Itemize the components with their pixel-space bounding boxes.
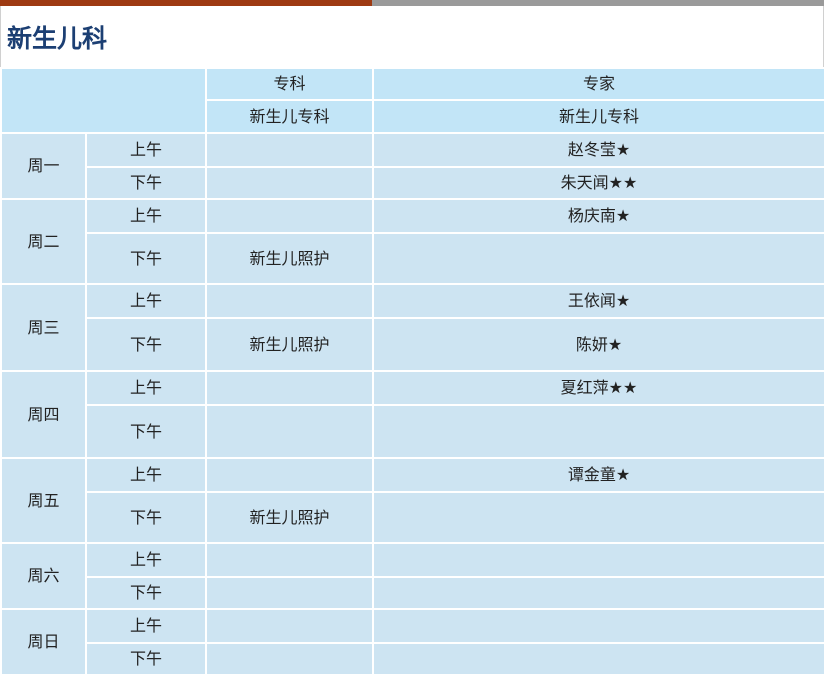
specialty-cell[interactable]: 新生儿照护 xyxy=(205,232,374,285)
specialty-cell[interactable] xyxy=(205,283,374,319)
period-cell: 上午 xyxy=(85,457,207,493)
table-row: 下午 新生儿照护 陈妍★ xyxy=(1,317,824,372)
period-cell: 下午 xyxy=(85,166,207,200)
period-cell: 下午 xyxy=(85,642,207,676)
day-cell: 周五 xyxy=(0,457,87,544)
table-row: 下午 新生儿照护 xyxy=(1,491,824,544)
expert-cell[interactable] xyxy=(372,576,824,610)
period-cell: 下午 xyxy=(85,404,207,459)
day-cell: 周三 xyxy=(0,283,87,372)
table-row: 下午 新生儿照护 xyxy=(1,232,824,285)
table-row: 周五 上午 谭金童★ xyxy=(0,457,824,544)
table-row: 周四 上午 夏红萍★★ xyxy=(0,370,824,459)
specialty-cell[interactable] xyxy=(205,198,374,234)
expert-cell[interactable] xyxy=(372,404,824,459)
period-cell: 下午 xyxy=(85,491,207,544)
expert-cell[interactable] xyxy=(372,491,824,544)
period-cell: 上午 xyxy=(85,370,207,406)
table-row: 下午 xyxy=(1,576,824,610)
table-row: 下午 xyxy=(1,642,824,676)
subheader-specialty: 新生儿专科 xyxy=(205,99,374,134)
specialty-cell[interactable] xyxy=(205,576,374,610)
specialty-cell[interactable] xyxy=(205,370,374,406)
expert-cell[interactable]: 王依闻★ xyxy=(372,283,824,319)
specialty-cell[interactable] xyxy=(205,132,374,168)
expert-cell[interactable]: 夏红萍★★ xyxy=(372,370,824,406)
expert-cell[interactable]: 陈妍★ xyxy=(372,317,824,372)
subheader-expert: 新生儿专科 xyxy=(372,99,824,134)
specialty-cell[interactable] xyxy=(205,457,374,493)
title-area: 新生儿科 xyxy=(0,6,824,67)
specialty-cell[interactable] xyxy=(205,608,374,644)
day-cell: 周四 xyxy=(0,370,87,459)
specialty-cell[interactable] xyxy=(205,642,374,676)
period-cell: 上午 xyxy=(85,542,207,578)
header-row: 专科 专家 xyxy=(0,67,824,134)
accent-bar-right xyxy=(372,0,824,6)
period-cell: 下午 xyxy=(85,576,207,610)
header-corner-cell xyxy=(0,67,207,134)
schedule-table: 专科 专家 新生儿专科 新生儿专科 周一 上午 赵冬莹★ 下午 朱天闻★★ 周二… xyxy=(0,67,824,676)
period-cell: 上午 xyxy=(85,608,207,644)
expert-cell[interactable] xyxy=(372,232,824,285)
period-cell: 下午 xyxy=(85,232,207,285)
header-expert: 专家 xyxy=(372,67,824,101)
header-specialty: 专科 xyxy=(205,67,374,101)
expert-cell[interactable] xyxy=(372,542,824,578)
day-cell: 周六 xyxy=(0,542,87,610)
day-cell: 周日 xyxy=(0,608,87,676)
specialty-cell[interactable] xyxy=(205,404,374,459)
day-cell: 周一 xyxy=(0,132,87,200)
expert-cell[interactable] xyxy=(372,642,824,676)
table-row: 周一 上午 赵冬莹★ xyxy=(0,132,824,200)
expert-cell[interactable] xyxy=(372,608,824,644)
page-title: 新生儿科 xyxy=(7,23,108,53)
expert-cell[interactable]: 朱天闻★★ xyxy=(372,166,824,200)
table-row: 下午 朱天闻★★ xyxy=(1,166,824,200)
top-accent-bar xyxy=(0,0,824,6)
table-row: 周三 上午 王依闻★ xyxy=(0,283,824,372)
expert-cell[interactable]: 赵冬莹★ xyxy=(372,132,824,168)
expert-cell[interactable]: 谭金童★ xyxy=(372,457,824,493)
table-row: 周二 上午 杨庆南★ xyxy=(0,198,824,285)
specialty-cell[interactable] xyxy=(205,542,374,578)
period-cell: 上午 xyxy=(85,198,207,234)
specialty-cell[interactable]: 新生儿照护 xyxy=(205,317,374,372)
period-cell: 下午 xyxy=(85,317,207,372)
specialty-cell[interactable]: 新生儿照护 xyxy=(205,491,374,544)
expert-cell[interactable]: 杨庆南★ xyxy=(372,198,824,234)
period-cell: 上午 xyxy=(85,283,207,319)
table-row: 周日 上午 xyxy=(0,608,824,676)
accent-bar-left xyxy=(0,0,372,6)
period-cell: 上午 xyxy=(85,132,207,168)
table-row: 下午 xyxy=(1,404,824,459)
day-cell: 周二 xyxy=(0,198,87,285)
specialty-cell[interactable] xyxy=(205,166,374,200)
table-row: 周六 上午 xyxy=(0,542,824,610)
